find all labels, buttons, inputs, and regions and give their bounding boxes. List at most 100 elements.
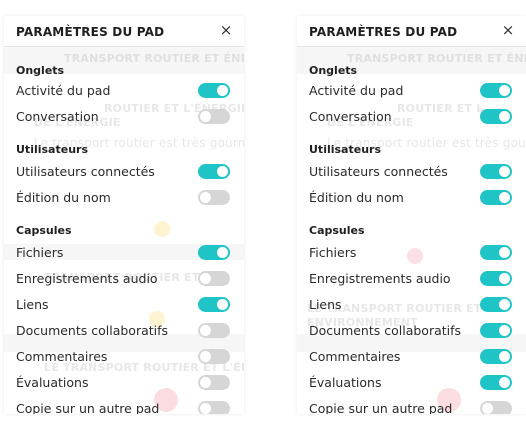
toggle-switch[interactable] xyxy=(480,190,512,205)
toggle-knob xyxy=(499,299,510,310)
pad-settings-panel-left: TRANSPORT ROUTIER ET ÉNERGIE ROUTIER ET … xyxy=(4,16,244,414)
setting-label: Documents collaboratifs xyxy=(309,323,462,338)
setting-row-copie-sur-un-autre-pad: Copie sur un autre pad xyxy=(309,398,516,414)
toggle-switch[interactable] xyxy=(198,190,230,205)
setting-label: Commentaires xyxy=(309,349,401,364)
toggle-knob xyxy=(499,377,510,388)
setting-label: Copie sur un autre pad xyxy=(309,401,453,414)
setting-row-commentaires: Commentaires xyxy=(16,346,234,366)
setting-label: Liens xyxy=(309,297,342,312)
toggle-switch[interactable] xyxy=(480,271,512,286)
toggle-knob xyxy=(499,325,510,336)
setting-label: Enregistrements audio xyxy=(16,271,158,286)
setting-label: Édition du nom xyxy=(309,190,404,205)
toggle-switch[interactable] xyxy=(480,401,512,414)
setting-label: Conversation xyxy=(16,109,99,124)
setting-row-fichiers: Fichiers xyxy=(309,242,516,262)
toggle-knob xyxy=(217,299,228,310)
setting-row-enregistrements-audio: Enregistrements audio xyxy=(16,268,234,288)
setting-label: Copie sur un autre pad xyxy=(16,401,160,414)
section-onglets: Onglets xyxy=(16,64,65,77)
panel-header: PARAMÈTRES DU PAD × xyxy=(297,16,526,47)
toggle-knob xyxy=(499,85,510,96)
section-capsules: Capsules xyxy=(309,224,365,237)
setting-row-liens: Liens xyxy=(16,294,234,314)
toggle-switch[interactable] xyxy=(198,164,230,179)
toggle-switch[interactable] xyxy=(198,323,230,338)
toggle-knob xyxy=(217,247,228,258)
toggle-switch[interactable] xyxy=(198,271,230,286)
setting-label: Conversation xyxy=(309,109,392,124)
toggle-knob xyxy=(499,192,510,203)
setting-row-utilisateurs-connectes: Utilisateurs connectés xyxy=(16,161,234,181)
setting-label: Activité du pad xyxy=(309,83,404,98)
toggle-knob xyxy=(200,377,211,388)
close-icon[interactable]: × xyxy=(500,22,516,38)
setting-label: Activité du pad xyxy=(16,83,111,98)
toggle-knob xyxy=(200,111,211,122)
setting-row-conversation: Conversation xyxy=(16,106,234,126)
setting-row-evaluations: Évaluations xyxy=(309,372,516,392)
section-onglets: Onglets xyxy=(309,64,358,77)
section-capsules: Capsules xyxy=(16,224,72,237)
close-icon[interactable]: × xyxy=(218,22,234,38)
setting-row-edition-du-nom: Édition du nom xyxy=(309,187,516,207)
toggle-knob xyxy=(482,403,493,414)
toggle-switch[interactable] xyxy=(198,83,230,98)
toggle-switch[interactable] xyxy=(480,83,512,98)
panel-title: PARAMÈTRES DU PAD xyxy=(309,25,458,39)
toggle-switch[interactable] xyxy=(480,164,512,179)
setting-row-enregistrements-audio: Enregistrements audio xyxy=(309,268,516,288)
setting-row-fichiers: Fichiers xyxy=(16,242,234,262)
setting-label: Édition du nom xyxy=(16,190,111,205)
setting-row-activite-du-pad: Activité du pad xyxy=(16,80,234,100)
setting-label: Fichiers xyxy=(309,245,357,260)
setting-row-conversation: Conversation xyxy=(309,106,516,126)
setting-row-documents-collaboratifs: Documents collaboratifs xyxy=(16,320,234,340)
toggle-knob xyxy=(499,166,510,177)
toggle-switch[interactable] xyxy=(198,109,230,124)
setting-row-documents-collaboratifs: Documents collaboratifs xyxy=(309,320,516,340)
toggle-switch[interactable] xyxy=(480,297,512,312)
toggle-switch[interactable] xyxy=(198,349,230,364)
setting-row-utilisateurs-connectes: Utilisateurs connectés xyxy=(309,161,516,181)
toggle-knob xyxy=(217,166,228,177)
setting-label: Évaluations xyxy=(309,375,382,390)
toggle-switch[interactable] xyxy=(480,245,512,260)
toggle-knob xyxy=(200,403,211,414)
toggle-switch[interactable] xyxy=(480,109,512,124)
setting-row-commentaires: Commentaires xyxy=(309,346,516,366)
setting-label: Fichiers xyxy=(16,245,64,260)
setting-row-activite-du-pad: Activité du pad xyxy=(309,80,516,100)
setting-label: Utilisateurs connectés xyxy=(16,164,155,179)
toggle-knob xyxy=(499,111,510,122)
toggle-knob xyxy=(499,273,510,284)
setting-row-evaluations: Évaluations xyxy=(16,372,234,392)
toggle-switch[interactable] xyxy=(198,401,230,414)
toggle-knob xyxy=(200,351,211,362)
setting-label: Utilisateurs connectés xyxy=(309,164,448,179)
setting-row-liens: Liens xyxy=(309,294,516,314)
toggle-knob xyxy=(499,351,510,362)
section-utilisateurs: Utilisateurs xyxy=(16,143,88,156)
toggle-switch[interactable] xyxy=(198,245,230,260)
toggle-switch[interactable] xyxy=(480,375,512,390)
setting-row-edition-du-nom: Édition du nom xyxy=(16,187,234,207)
panel-title: PARAMÈTRES DU PAD xyxy=(16,25,165,39)
section-utilisateurs: Utilisateurs xyxy=(309,143,381,156)
toggle-switch[interactable] xyxy=(480,323,512,338)
toggle-switch[interactable] xyxy=(198,297,230,312)
setting-row-copie-sur-un-autre-pad: Copie sur un autre pad xyxy=(16,398,234,414)
toggle-knob xyxy=(200,273,211,284)
toggle-knob xyxy=(499,247,510,258)
pad-settings-panel-right: TRANSPORT ROUTIER ET ÉNERGIE ROUTIER ET … xyxy=(297,16,526,414)
panel-header: PARAMÈTRES DU PAD × xyxy=(4,16,244,47)
toggle-switch[interactable] xyxy=(198,375,230,390)
setting-label: Documents collaboratifs xyxy=(16,323,169,338)
toggle-knob xyxy=(217,85,228,96)
toggle-switch[interactable] xyxy=(480,349,512,364)
toggle-knob xyxy=(200,192,211,203)
setting-label: Évaluations xyxy=(16,375,89,390)
setting-label: Enregistrements audio xyxy=(309,271,451,286)
setting-label: Liens xyxy=(16,297,49,312)
